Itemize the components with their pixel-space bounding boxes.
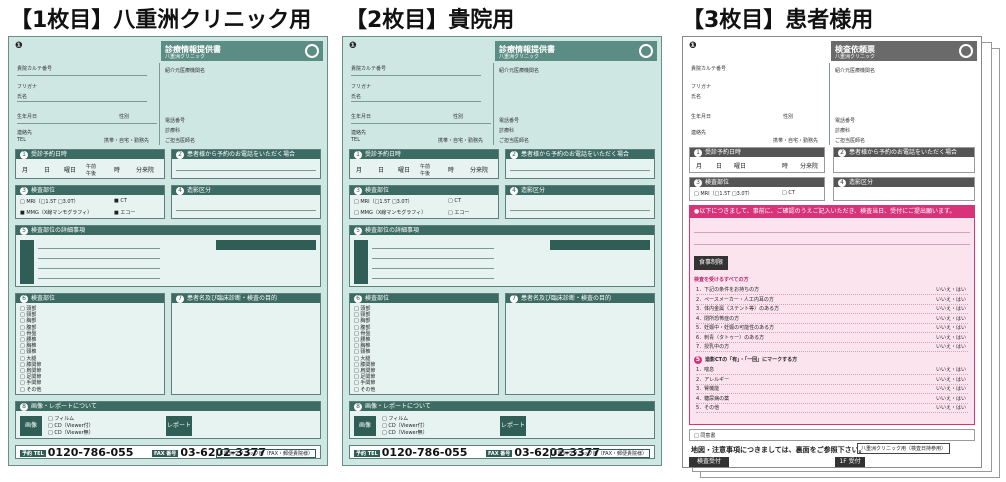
clinic-logo-icon <box>639 44 653 58</box>
contrast-section: 4 造影区分 <box>505 185 655 219</box>
sheet-1-clinic-copy: ❶ 診療情報提供書 八重洲クリニック 貴院カルテ番号 フリガナ 氏名 生年月日 … <box>8 36 328 466</box>
exam-detail-section: 5 検査部位の詳細事項 <box>15 225 321 287</box>
karte-label: 貴院カルテ番号 <box>17 66 53 72</box>
sheet-2-referrer-copy: ❶ 診療情報提供書 八重洲クリニック 貴院カルテ番号 フリガナ 氏名 生年月日 … <box>342 36 662 466</box>
report-label: レポート <box>166 416 192 436</box>
mmg-checkbox[interactable]: ■ MMG（X線マンモグラフィ） <box>20 209 92 216</box>
mri-checkbox[interactable]: □ MRI（□1.5T □3.0T） <box>694 190 753 197</box>
echo-checkbox[interactable]: □ エコー <box>448 209 469 216</box>
ct-checkbox[interactable]: ■ CT <box>114 198 127 204</box>
reservation-tel: 0120-786-055 <box>47 446 134 459</box>
image-report-section: 8 画像・レポートについて 画像 □ フィルム □ CD（Viewer付） □ C… <box>349 401 655 439</box>
sex-label: 性別 <box>119 114 130 120</box>
contact-footer: 予約 TEL 0120-786-055 FAX 番号 03-6202-3377 八重… <box>349 445 655 459</box>
checklist-item[interactable]: 3．体内金属（ステント等）のある方 いいえ・はい <box>696 305 968 314</box>
checklist-item[interactable]: 4．糖尿病の薬 いいえ・はい <box>696 395 968 404</box>
phone-kinds: 携帯・自宅・勤務先 <box>104 138 150 144</box>
clinical-diagnosis-section: 7 患者名及び臨床診断・検査の目的 <box>171 293 321 395</box>
cd-viewer-checkbox[interactable]: □ CD（Viewer付） <box>382 422 428 429</box>
name-label: 氏名 <box>17 94 28 100</box>
checklist-item[interactable]: 1．下記の条件をお持ちの方 いいえ・はい <box>696 286 968 295</box>
clinic-logo-icon <box>959 44 973 58</box>
reception-label: 検査受付 <box>689 457 729 467</box>
phone-reservation-section: 2 患者様から予約のお電話をいただく場合 <box>505 149 655 179</box>
checklist-item[interactable]: 5．妊娠中・妊娠の可能性のある方 いいえ・はい <box>696 324 968 333</box>
echo-checkbox[interactable]: ■ エコー <box>114 209 135 216</box>
form-header: 診療情報提供書 八重洲クリニック <box>161 41 323 61</box>
consent-checkbox[interactable]: □ 同意書 <box>694 432 715 439</box>
title-sheet-1: 【1枚目】八重洲クリニック用 <box>10 8 312 33</box>
exam-type-section: 3 検査部位 □ MRI（□1.5T □3.0T） □ CT □ MMG（X線マン… <box>349 185 499 219</box>
body-part-checkbox[interactable]: □ その他 <box>354 386 375 393</box>
appointment-section: 1 受診予約日時 月 日 曜日 午前 午後 時 分来院 <box>15 149 165 179</box>
karte-field[interactable] <box>17 75 147 76</box>
circle-1-marker: ❶ <box>15 41 23 51</box>
cd-noviewer-checkbox[interactable]: □ CD（Viewer無） <box>382 429 428 436</box>
ct-checkbox[interactable]: □ CT <box>448 198 461 204</box>
floor-label: 1F 受付 <box>835 457 865 467</box>
body-part-section: 6 検査部位 □ 頭部 □ 頸部 □ 胸部 □ 腹部 □ 骨盤 □ 腰椎 □ 胸椎 □ 頸椎 □ … <box>349 293 499 395</box>
mri-checkbox[interactable]: □ MRI（□1.5T □3.0T） <box>354 198 413 205</box>
appointment-header: 1 受診予約日時 <box>16 150 164 159</box>
cd-noviewer-checkbox[interactable]: □ CD（Viewer無） <box>48 429 94 436</box>
sheet-3-patient-copy: ❶ 検査依頼票 八重洲クリニック 貴院カルテ番号 フリガナ 氏名 生年月日 性別… <box>682 36 982 468</box>
body-part-section: 6 検査部位 □ 頭部 □ 頸部 □ 胸部 □ 腹部 □ 骨盤 □ 腰椎 □ 胸椎 □ 頸椎 □ … <box>15 293 165 395</box>
clinic-logo-icon <box>305 44 319 58</box>
referrer-label: 紹介元医療機関名 <box>165 68 206 74</box>
contrast-ct-title: 5 造影CTの「有」・「一回」にマークする方 <box>694 356 798 364</box>
checklist-item[interactable]: 2．アレルギー いいえ・はい <box>696 376 968 385</box>
body-part-checkbox[interactable]: □ その他 <box>20 386 41 393</box>
title-sheet-3: 【3枚目】患者様用 <box>682 8 874 33</box>
map-notice: 地図・注意事項につきましては、裏面をご参照下さい。 <box>691 446 866 454</box>
checklist-item[interactable]: 5．その他 いいえ・はい <box>696 404 968 413</box>
dept-label: 診療科 <box>165 128 181 134</box>
tel-label: TEL <box>17 137 26 143</box>
fax-note: 八重洲クリニック用（FAX・郵便貴院様） <box>215 449 316 458</box>
exam-type-section: 3 検査部位 □ MRI（□1.5T □3.0T） □ CT <box>689 177 825 201</box>
clinical-diagnosis-section: 7 患者名及び臨床診断・検査の目的 <box>505 293 655 395</box>
contrast-section: 4 造影区分 <box>833 177 975 201</box>
contact-footer: 予約 TEL 0120-786-055 FAX 番号 03-6202-3377 八重… <box>15 445 321 459</box>
phone-reservation-section: 2 患者様から予約のお電話をいただく場合 <box>171 149 321 179</box>
exam-detail-section: 5 検査部位の詳細事項 <box>349 225 655 287</box>
ct-checkbox[interactable]: □ CT <box>782 190 795 196</box>
checklist-item[interactable]: 4．閉所恐怖症の方 いいえ・はい <box>696 315 968 324</box>
checklist-item[interactable]: 2．ペースメーカー・人工内耳の方 いいえ・はい <box>696 296 968 305</box>
name-field[interactable] <box>351 101 481 102</box>
phone-reservation-section: 2 患者様から予約のお電話をいただく場合 <box>833 147 975 173</box>
check-title: 検査を受けるすべての方 <box>694 277 749 283</box>
kana-label: フリガナ <box>17 84 38 90</box>
form-subtitle: 八重洲クリニック <box>165 54 206 60</box>
meal-restriction-label: 食事制限 <box>694 256 728 270</box>
bring-on-exam-day: 八重洲クリニック用（検査日持参用） <box>857 443 951 454</box>
contact-label: 連絡先 <box>17 130 33 136</box>
phone-no-label: 電話番号 <box>165 118 186 124</box>
pre-exam-checklist: ●以下につきまして、事前に、ご確認のうえご記入いただき、検査当日、受付にご提出願… <box>689 205 975 425</box>
mmg-checkbox[interactable]: □ MMG（X線マンモグラフィ） <box>354 209 426 216</box>
checklist-item[interactable]: 3．腎機能 いいえ・はい <box>696 385 968 394</box>
checklist-item[interactable]: 7．授乳中の方 いいえ・はい <box>696 343 968 352</box>
birth-label: 生年月日 <box>17 114 38 120</box>
exam-type-section: 3 検査部位 □ MRI（□1.5T □3.0T） ■ CT ■ MMG（X線マン… <box>15 185 165 219</box>
appointment-section: 1 受診予約日時 月 日 曜日 時 分来院 <box>689 147 825 173</box>
doctor-label: ご担当医師名 <box>165 138 196 144</box>
karte-field[interactable] <box>351 75 481 76</box>
title-sheet-2: 【2枚目】貴院用 <box>345 8 515 33</box>
consent-row: □ 同意書 <box>689 429 975 441</box>
birth-field[interactable] <box>351 123 491 124</box>
checklist-item[interactable]: 6．刺青（タトゥー）のある方 いいえ・はい <box>696 334 968 343</box>
cd-viewer-checkbox[interactable]: □ CD（Viewer付） <box>48 422 94 429</box>
contrast-section: 4 造影区分 <box>171 185 321 219</box>
image-report-section: 8 画像・レポートについて 画像 □ フィルム □ CD（Viewer付） □ C… <box>15 401 321 439</box>
birth-field[interactable] <box>17 123 157 124</box>
checklist-notice: ●以下につきまして、事前に、ご確認のうえご記入いただき、検査当日、受付にご提出願… <box>690 206 974 218</box>
name-field[interactable] <box>17 101 147 102</box>
film-checkbox[interactable]: □ フィルム <box>382 415 408 422</box>
mri-checkbox[interactable]: □ MRI（□1.5T □3.0T） <box>20 198 79 205</box>
film-checkbox[interactable]: □ フィルム <box>48 415 74 422</box>
appointment-section: 1 受診予約日時 月 日 曜日 午前 午後 時 分来院 <box>349 149 499 179</box>
checklist-item[interactable]: 1．喘息 いいえ・はい <box>696 366 968 375</box>
